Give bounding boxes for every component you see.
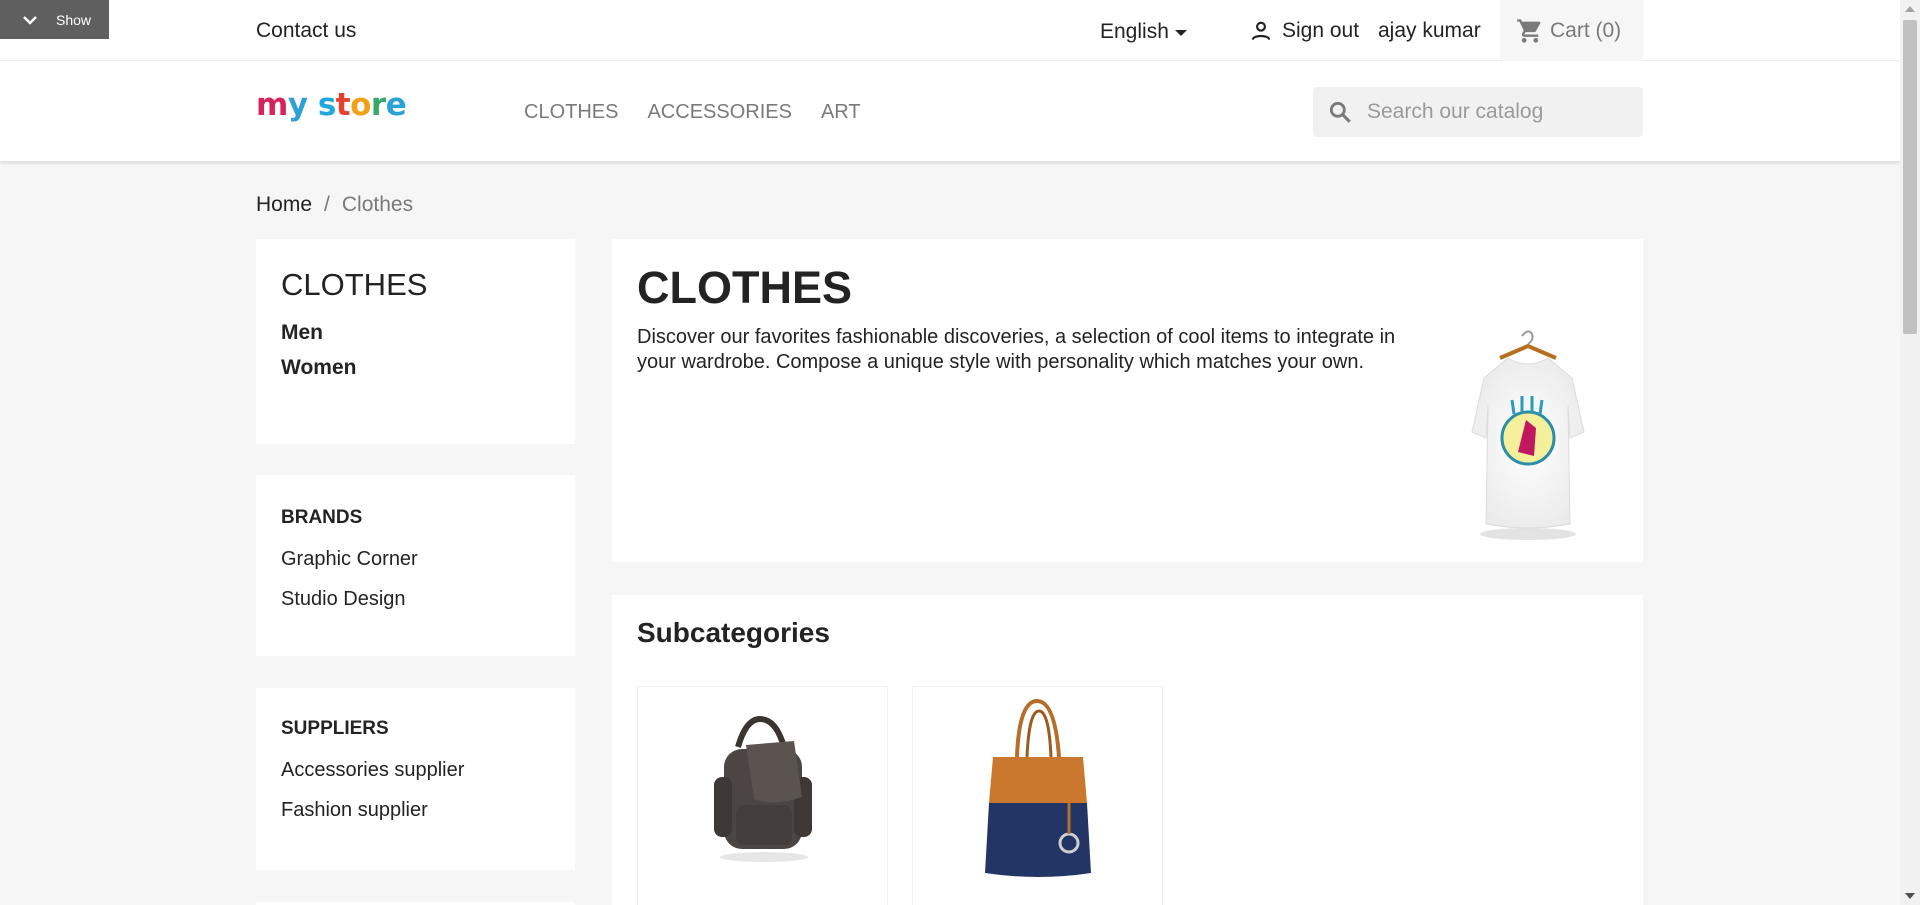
account-link[interactable]: ajay kumar	[1378, 19, 1481, 43]
brand-item-studio-design[interactable]: Studio Design	[281, 579, 550, 619]
category-description: Discover our favorites fashionable disco…	[637, 326, 1396, 373]
brands-title[interactable]: BRANDS	[281, 507, 550, 529]
caret-down-icon	[1174, 29, 1187, 36]
breadcrumb-current[interactable]: Clothes	[342, 193, 413, 217]
debug-toggle-button[interactable]: Show	[0, 0, 109, 39]
supplier-item-fashion[interactable]: Fashion supplier	[281, 790, 550, 830]
page-title: CLOTHES	[637, 262, 853, 313]
breadcrumb-separator: /	[324, 193, 330, 216]
store-logo[interactable]: my store	[256, 87, 407, 123]
subcategory-thumb-women[interactable]	[912, 686, 1163, 905]
scrollbar-thumb[interactable]	[1903, 20, 1917, 334]
language-label: English	[1100, 20, 1169, 43]
shopping-cart-icon	[1517, 18, 1541, 43]
subcategory-thumb-men[interactable]	[637, 686, 888, 905]
brand-item-graphic-corner[interactable]: Graphic Corner	[281, 539, 550, 579]
main-header: my store CLOTHES ACCESSORIES ART	[0, 61, 1900, 161]
supplier-item-accessories[interactable]: Accessories supplier	[281, 750, 550, 790]
logo-letter: m	[256, 87, 288, 123]
scroll-up-arrow-icon[interactable]	[1905, 6, 1915, 12]
logo-letter: y	[287, 87, 308, 123]
brands-block: BRANDS Graphic Corner Studio Design	[256, 475, 575, 656]
search-box	[1313, 87, 1643, 137]
breadcrumb: Home / Clothes	[256, 193, 413, 217]
scroll-down-arrow-icon[interactable]	[1905, 893, 1915, 899]
page-scrollbar[interactable]	[1900, 0, 1920, 905]
logo-letter: r	[370, 87, 386, 123]
category-tree-block: CLOTHES Men Women	[256, 239, 575, 444]
logo-letter: s	[317, 87, 336, 123]
language-dropdown[interactable]: English	[1100, 20, 1187, 44]
chevron-down-icon	[23, 15, 37, 25]
search-icon[interactable]	[1327, 99, 1353, 125]
cart-button[interactable]: Cart (0)	[1500, 0, 1643, 61]
user-icon	[1251, 21, 1271, 41]
tote-bag-image	[984, 698, 1091, 877]
sign-out-label: Sign out	[1282, 19, 1360, 42]
sign-out-link[interactable]: Sign out	[1248, 18, 1359, 44]
category-header-card: CLOTHES Discover our favorites fashionab…	[612, 239, 1643, 562]
top-bar: Contact us English Sign out ajay kumar C…	[0, 0, 1900, 61]
cart-label: Cart (0)	[1550, 18, 1622, 42]
nav-clothes[interactable]: CLOTHES	[524, 101, 618, 124]
nav-accessories[interactable]: ACCESSORIES	[647, 101, 791, 124]
suppliers-block: SUPPLIERS Accessories supplier Fashion s…	[256, 688, 575, 870]
subcategories-title: Subcategories	[637, 617, 830, 648]
search-input[interactable]	[1367, 100, 1627, 124]
breadcrumb-home[interactable]: Home	[256, 193, 312, 217]
backpack-image	[713, 715, 812, 862]
nav-art[interactable]: ART	[821, 101, 861, 124]
suppliers-title[interactable]: SUPPLIERS	[281, 718, 550, 740]
debug-toggle-label: Show	[56, 11, 92, 28]
logo-letter: o	[350, 87, 371, 123]
logo-letter: t	[335, 87, 351, 123]
main-nav: CLOTHES ACCESSORIES ART	[524, 101, 861, 124]
contact-us-link[interactable]: Contact us	[256, 19, 356, 43]
subcategories-card: Subcategories	[612, 595, 1643, 905]
logo-letter: e	[385, 87, 407, 123]
category-tree-title[interactable]: CLOTHES	[281, 267, 550, 303]
tshirt-category-image	[1471, 330, 1585, 540]
logo-letter	[308, 87, 318, 123]
category-item-women[interactable]: Women	[281, 350, 550, 385]
category-item-men[interactable]: Men	[281, 315, 550, 350]
